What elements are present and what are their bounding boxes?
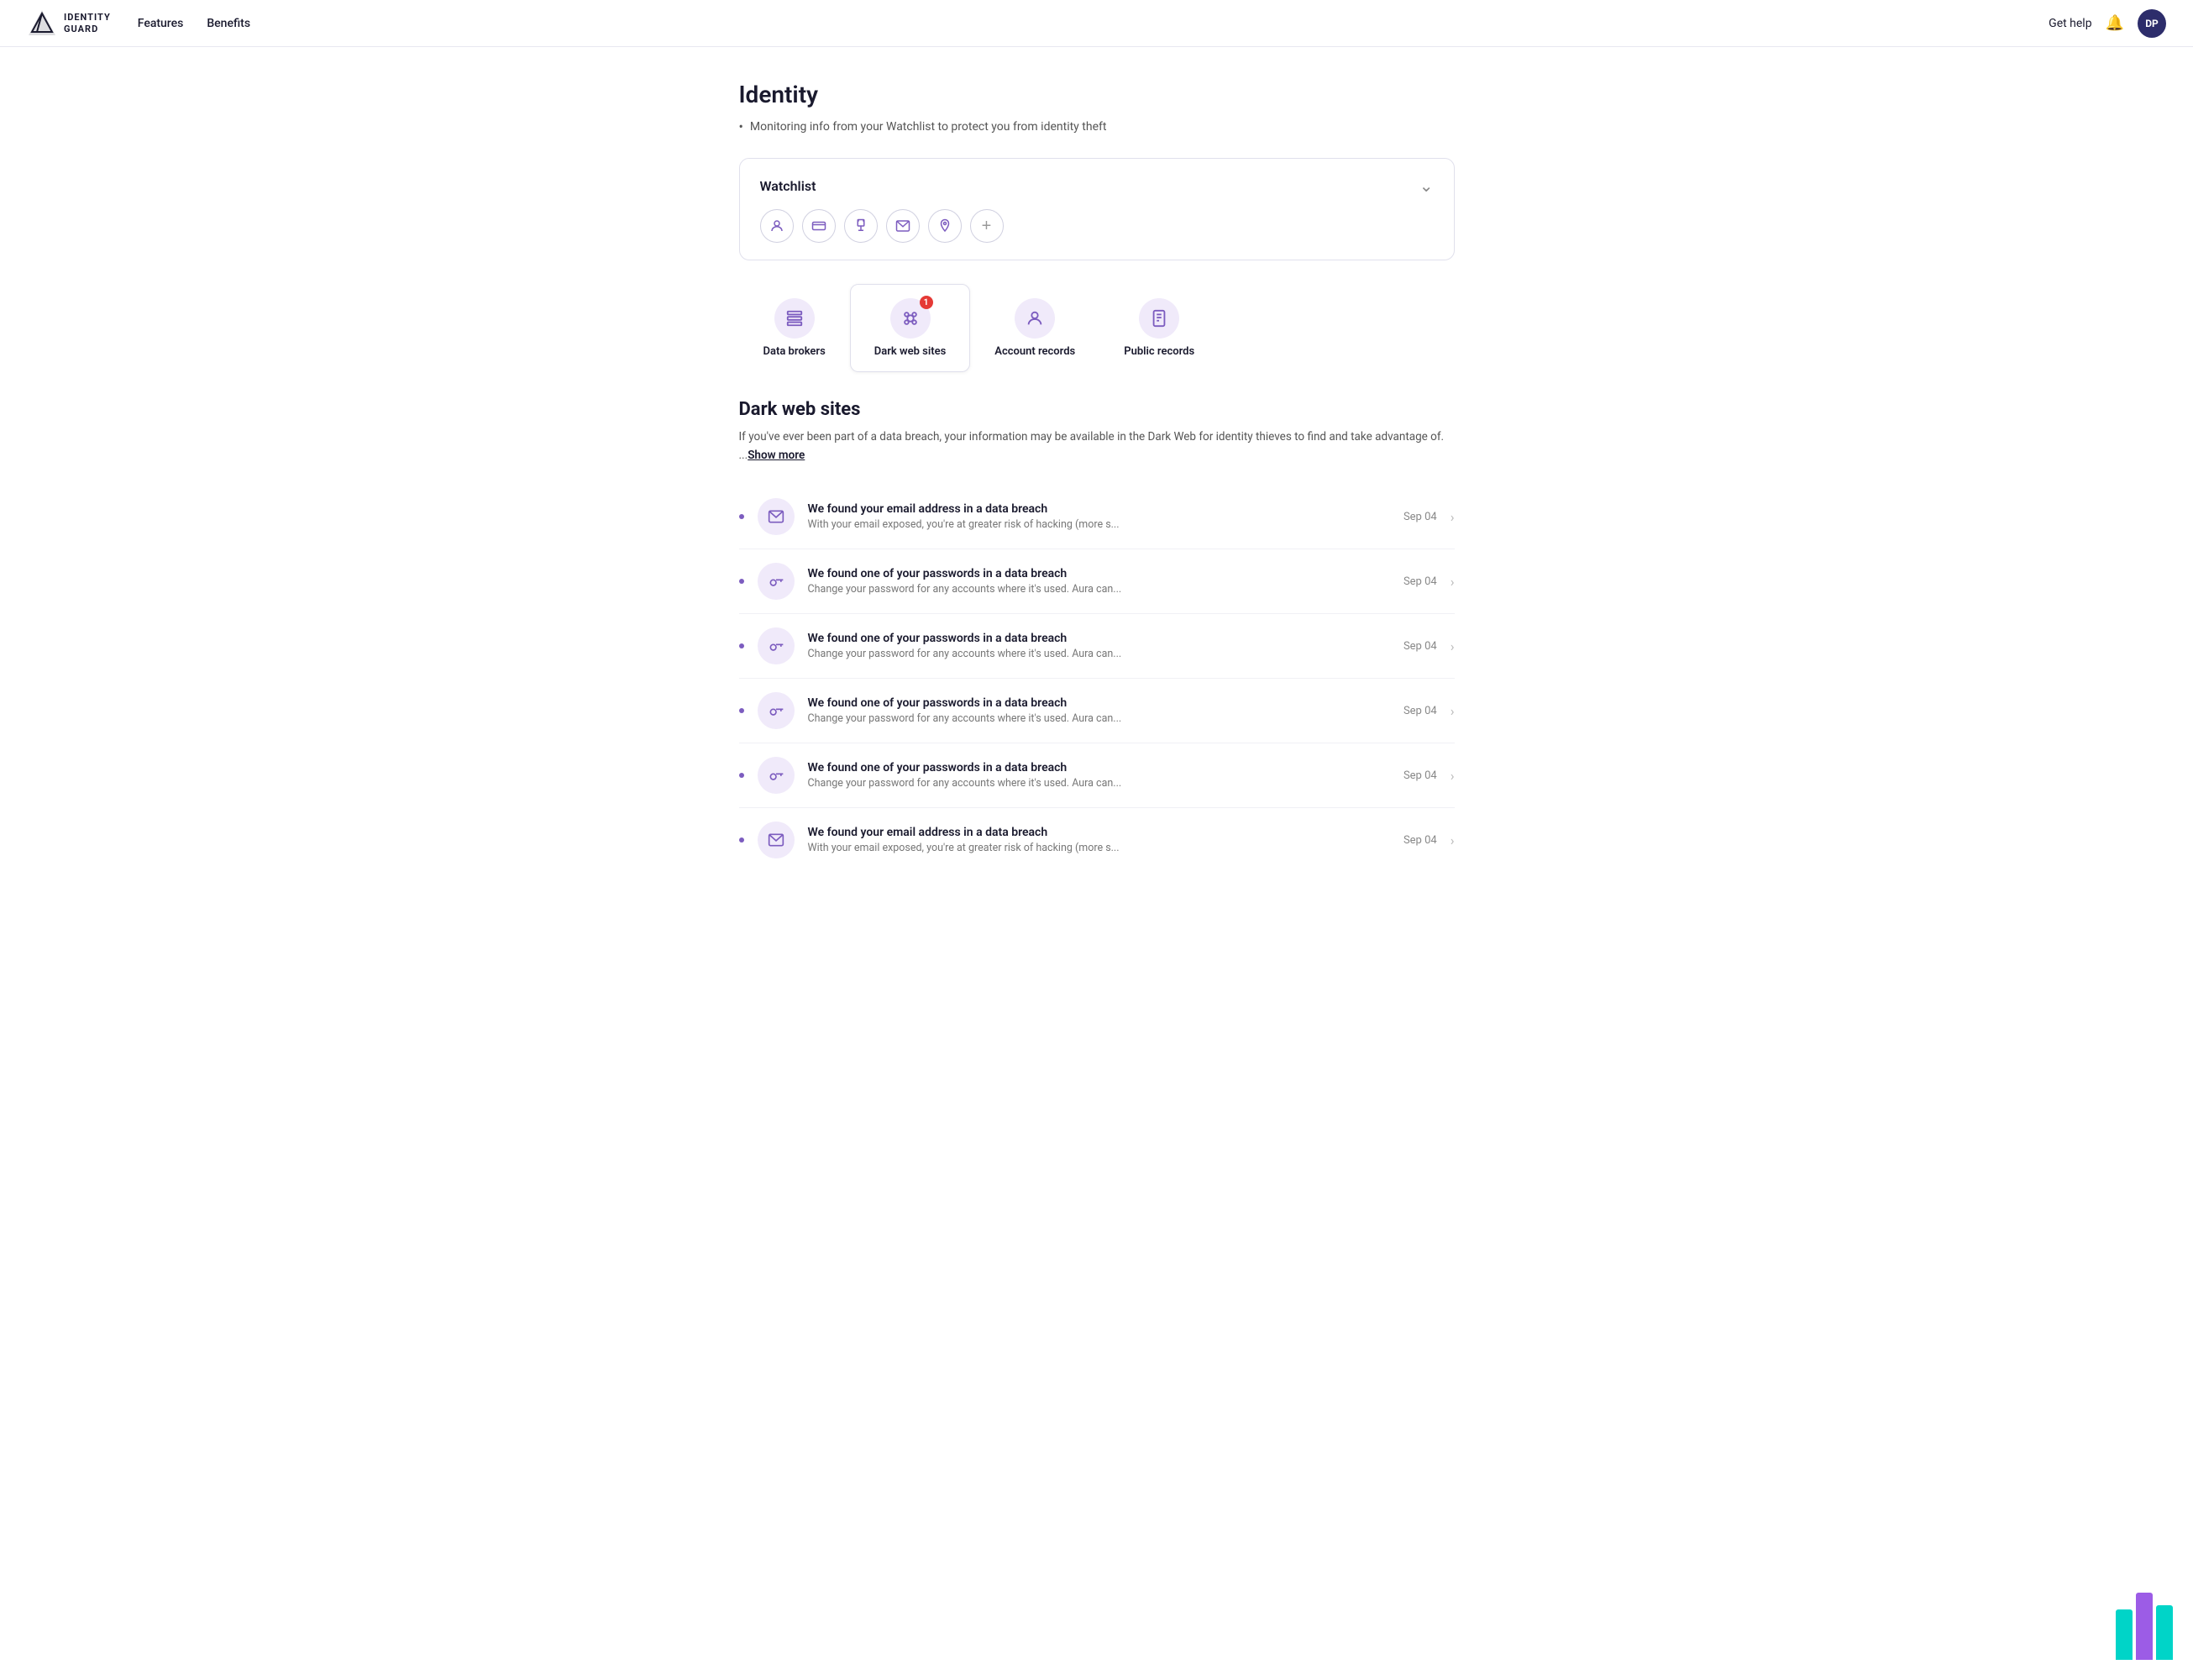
tab-dark-web-label: Dark web sites: [874, 345, 946, 358]
widget-bar-2: [2136, 1593, 2153, 1660]
alert-content: We found your email address in a data br…: [808, 502, 1390, 531]
alert-chevron-icon: ›: [1451, 574, 1455, 590]
tabs-row: Data brokers 1 Dark web sites Account re…: [739, 284, 1455, 372]
watchlist-location-btn[interactable]: [928, 209, 962, 243]
key-alert-icon: [758, 563, 795, 600]
alert-title: We found one of your passwords in a data…: [808, 567, 1390, 580]
alert-content: We found one of your passwords in a data…: [808, 761, 1390, 790]
widget-bar-1: [2116, 1609, 2133, 1660]
alert-date: Sep 04: [1403, 705, 1437, 717]
alert-chevron-icon: ›: [1451, 768, 1455, 784]
alert-title: We found one of your passwords in a data…: [808, 761, 1390, 774]
user-avatar[interactable]: DP: [2138, 9, 2166, 38]
section-description: If you've ever been part of a data breac…: [739, 428, 1455, 465]
key-alert-icon: [758, 757, 795, 794]
nav-features[interactable]: Features: [138, 17, 184, 30]
alert-item[interactable]: We found your email address in a data br…: [739, 808, 1455, 872]
dark-web-badge: 1: [920, 296, 933, 309]
account-records-icon: [1015, 298, 1055, 339]
alert-date: Sep 04: [1403, 769, 1437, 782]
tab-public-records[interactable]: Public records: [1099, 284, 1219, 372]
page-subtitle: Monitoring info from your Watchlist to p…: [739, 118, 1455, 134]
watchlist-header: Watchlist ⌄: [760, 176, 1434, 196]
alert-title: We found one of your passwords in a data…: [808, 632, 1390, 645]
dark-web-icon: 1: [890, 298, 931, 339]
nav-links: Features Benefits: [138, 17, 2049, 30]
section-title: Dark web sites: [739, 399, 1455, 420]
watchlist-card: Watchlist ⌄ +: [739, 158, 1455, 260]
email-alert-icon: [758, 498, 795, 535]
page-title: Identity: [739, 81, 1455, 108]
watchlist-add-btn[interactable]: +: [970, 209, 1004, 243]
alert-chevron-icon: ›: [1451, 638, 1455, 654]
alert-content: We found your email address in a data br…: [808, 826, 1390, 854]
show-more-link[interactable]: Show more: [748, 449, 805, 462]
alert-date: Sep 04: [1403, 575, 1437, 588]
tab-data-brokers[interactable]: Data brokers: [739, 284, 850, 372]
alert-item[interactable]: We found your email address in a data br…: [739, 485, 1455, 549]
alert-title: We found your email address in a data br…: [808, 502, 1390, 516]
key-alert-icon: [758, 692, 795, 729]
watchlist-collapse-icon[interactable]: ⌄: [1419, 176, 1434, 196]
watchlist-plug-btn[interactable]: [844, 209, 878, 243]
alert-chevron-icon: ›: [1451, 509, 1455, 525]
email-alert-icon: [758, 822, 795, 858]
tab-account-records-label: Account records: [994, 345, 1075, 358]
data-brokers-icon: [774, 298, 815, 339]
alert-chevron-icon: ›: [1451, 832, 1455, 848]
alert-item[interactable]: We found one of your passwords in a data…: [739, 743, 1455, 808]
alert-desc: Change your password for any accounts wh…: [808, 777, 1390, 790]
alert-dot: [739, 579, 744, 584]
public-records-icon: [1139, 298, 1179, 339]
alert-title: We found your email address in a data br…: [808, 826, 1390, 839]
tab-data-brokers-label: Data brokers: [763, 345, 826, 358]
alert-date: Sep 04: [1403, 834, 1437, 847]
watchlist-title: Watchlist: [760, 178, 816, 194]
main-content: Identity Monitoring info from your Watch…: [719, 47, 1475, 922]
watchlist-person-btn[interactable]: [760, 209, 794, 243]
alert-content: We found one of your passwords in a data…: [808, 696, 1390, 725]
widget-bar-3: [2156, 1605, 2173, 1660]
alert-item[interactable]: We found one of your passwords in a data…: [739, 614, 1455, 679]
alert-dot: [739, 773, 744, 778]
tab-account-records[interactable]: Account records: [970, 284, 1099, 372]
navbar-right: Get help 🔔 DP: [2049, 9, 2166, 38]
watchlist-icons: +: [760, 209, 1434, 243]
get-help-link[interactable]: Get help: [2049, 17, 2091, 30]
alert-desc: Change your password for any accounts wh…: [808, 583, 1390, 596]
notification-bell-icon[interactable]: 🔔: [2106, 14, 2124, 32]
navbar: IDENTITY GUARD Features Benefits Get hel…: [0, 0, 2193, 47]
alert-desc: With your email exposed, you're at great…: [808, 842, 1390, 854]
alert-dot: [739, 837, 744, 843]
tab-public-records-label: Public records: [1124, 345, 1194, 358]
alert-content: We found one of your passwords in a data…: [808, 632, 1390, 660]
alert-chevron-icon: ›: [1451, 703, 1455, 719]
alert-item[interactable]: We found one of your passwords in a data…: [739, 549, 1455, 614]
key-alert-icon: [758, 627, 795, 664]
alert-dot: [739, 514, 744, 519]
alert-title: We found one of your passwords in a data…: [808, 696, 1390, 710]
nav-benefits[interactable]: Benefits: [207, 17, 250, 30]
tab-dark-web-sites[interactable]: 1 Dark web sites: [850, 284, 970, 372]
alert-date: Sep 04: [1403, 511, 1437, 523]
alert-desc: Change your password for any accounts wh…: [808, 648, 1390, 660]
alert-date: Sep 04: [1403, 640, 1437, 653]
alert-desc: With your email exposed, you're at great…: [808, 518, 1390, 531]
watchlist-email-btn[interactable]: [886, 209, 920, 243]
alert-dot: [739, 708, 744, 713]
alert-item[interactable]: We found one of your passwords in a data…: [739, 679, 1455, 743]
bottom-widget: [2116, 1593, 2173, 1660]
alert-dot: [739, 643, 744, 648]
logo[interactable]: IDENTITY GUARD: [27, 8, 111, 39]
watchlist-card-btn[interactable]: [802, 209, 836, 243]
alert-list: We found your email address in a data br…: [739, 485, 1455, 872]
alert-desc: Change your password for any accounts wh…: [808, 712, 1390, 725]
alert-content: We found one of your passwords in a data…: [808, 567, 1390, 596]
